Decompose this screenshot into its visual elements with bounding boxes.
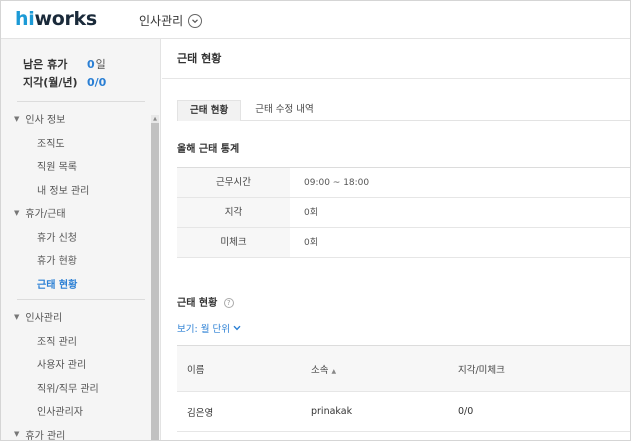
chevron-down-icon [233,325,241,331]
tab-bar: 근태 현황 근태 수정 내역 [177,100,630,121]
tab-attendance-edit-history[interactable]: 근태 수정 내역 [241,100,327,121]
stats-heading: 올해 근태 통계 [177,144,240,155]
stats-row: 지각 0회 [177,198,630,228]
stats-table: 근무시간 09:00 ~ 18:00 지각 0회 미체크 0회 [177,167,630,258]
col-name[interactable]: 이름 [177,362,311,376]
sidebar-scrollbar[interactable]: ▲ [151,115,159,440]
sidebar-divider [1,295,151,305]
tab-attendance-status[interactable]: 근태 현황 [177,100,242,121]
sidebar-item[interactable]: 조직 관리 [1,329,151,353]
table-header: 이름 소속 ▲ 지각/미체크 [177,346,630,392]
sidebar-menu: ▼ 인사 정보조직도 직원 목록 내 정보 관리 ▼ 휴가/근태휴가 신청 휴가 현황 근태 … [1,107,151,441]
collapse-arrow-icon: ▼ [14,430,20,439]
top-header: hiworks 인사관리 [1,1,630,39]
cell-late: 0/0 [458,406,474,417]
sidebar-group-label: 휴가 관리 [25,430,66,441]
scroll-up-arrow-icon[interactable]: ▲ [151,115,159,123]
col-dept[interactable]: 소속 ▲ [311,362,458,376]
sidebar-group[interactable]: ▼ 휴가 관리 [1,423,151,441]
sidebar-item[interactable]: 휴가 신청 [1,225,151,249]
sidebar-item[interactable]: 휴가 현황 [1,248,151,272]
stats-row: 미체크 0회 [177,228,630,258]
sidebar-item[interactable]: 인사관리자 [1,399,151,423]
col-late[interactable]: 지각/미체크 [458,362,630,376]
app-name: 인사관리 [139,14,184,28]
sidebar-item[interactable]: 조직도 [1,131,151,155]
main-content: 근태 현황 근태 현황 근태 수정 내역 올해 근태 통계 근무시간 09:00… [162,39,630,440]
sidebar-group[interactable]: ▼ 인사관리 [1,305,151,329]
sidebar-divider [17,101,145,102]
sidebar-item[interactable]: 사용자 관리 [1,352,151,376]
leave-summary: 남은 휴가 0일 지각(월/년) 0/0 [23,55,106,91]
sidebar-group-label: 휴가/근태 [25,209,66,221]
chevron-down-icon[interactable] [188,13,203,28]
sort-asc-icon[interactable]: ▲ [331,368,336,375]
remaining-leave: 남은 휴가 0일 [23,57,106,72]
sidebar-group[interactable]: ▼ 인사 정보 [1,107,151,131]
hiworks-logo[interactable]: hiworks [15,8,97,30]
page-title: 근태 현황 [162,39,630,79]
attendance-table: 이름 소속 ▲ 지각/미체크 김은영 prinakak 0/0 [177,345,630,432]
sidebar-group-label: 인사 정보 [25,115,66,127]
sidebar-item[interactable]: 직위/직무 관리 [1,376,151,400]
sidebar-group-label: 인사관리 [25,313,63,325]
sidebar-group[interactable]: ▼ 휴가/근태 [1,201,151,225]
sidebar: 남은 휴가 0일 지각(월/년) 0/0 ▼ 인사 정보조직도 직원 목록 내 정보 … [1,39,161,441]
sidebar-item[interactable]: 내 정보 관리 [1,178,151,202]
collapse-arrow-icon: ▼ [14,114,20,123]
collapse-arrow-icon: ▼ [14,312,20,321]
status-heading: 근태 현황 ? [177,294,234,309]
cell-name: 김은영 [187,407,214,419]
scroll-thumb[interactable] [151,123,159,440]
app-switcher[interactable]: 인사관리 [139,12,203,29]
sidebar-item[interactable]: 근태 현황 [1,272,151,296]
sidebar-item[interactable]: 직원 목록 [1,154,151,178]
stats-row: 근무시간 09:00 ~ 18:00 [177,168,630,198]
view-unit-dropdown[interactable]: 보기: 월 단위 [177,321,241,335]
collapse-arrow-icon: ▼ [14,208,20,217]
help-icon[interactable]: ? [223,298,234,308]
cell-dept: prinakak [311,406,353,417]
table-row[interactable]: 김은영 prinakak 0/0 [177,392,630,432]
app-window: hiworks 인사관리 남은 휴가 0일 지각(월/년) 0/0 ▼ 인사 정보… [0,0,631,441]
late-count: 지각(월/년) 0/0 [23,75,107,90]
